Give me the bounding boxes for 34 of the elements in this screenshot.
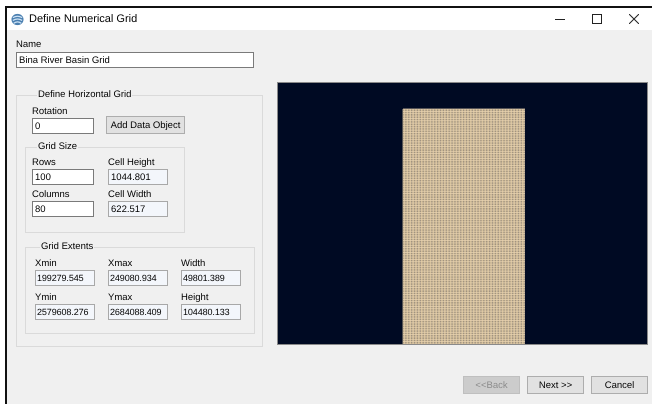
group-title: Grid Extents <box>40 242 94 252</box>
input-field[interactable]: 2684088.409 <box>108 304 168 320</box>
input-field[interactable]: 104480.133 <box>181 304 241 320</box>
input-field[interactable]: 0 <box>32 118 94 134</box>
field-label: Height <box>181 292 210 303</box>
field-label: Rows <box>32 157 57 168</box>
maximize-icon <box>592 14 602 24</box>
field-label: Width <box>181 258 206 269</box>
field-label: Columns <box>32 189 70 200</box>
field-label: Cell Width <box>108 189 152 200</box>
app-icon <box>11 12 24 26</box>
add-data-object-button[interactable]: Add Data Object <box>106 116 185 134</box>
field-label: Xmin <box>35 258 58 269</box>
wizard-button[interactable]: Cancel <box>591 376 648 394</box>
input-field[interactable]: 249080.934 <box>108 270 168 286</box>
input-field[interactable]: 1044.801 <box>108 169 168 185</box>
input-field[interactable]: 100 <box>32 169 94 185</box>
field-label: Ymin <box>35 292 58 303</box>
close-icon <box>628 14 638 24</box>
window-title: Define Numerical Grid <box>29 13 138 25</box>
field-label: Name <box>16 39 42 50</box>
input-field[interactable]: 2579608.276 <box>35 304 95 320</box>
group-title: Grid Size <box>37 142 78 152</box>
field-label: Xmax <box>108 258 134 269</box>
input-field[interactable]: 80 <box>32 201 94 217</box>
input-field[interactable]: 199279.545 <box>35 270 95 286</box>
field-label: Cell Height <box>108 157 156 168</box>
name-field[interactable]: Bina River Basin Grid <box>16 52 254 68</box>
field-label: Ymax <box>108 292 134 303</box>
wizard-button[interactable]: Next >> <box>527 376 584 394</box>
field-label: Rotation <box>32 106 68 117</box>
input-field[interactable]: 49801.389 <box>181 270 241 286</box>
input-field[interactable]: 622.517 <box>108 201 168 217</box>
group-title: Define Horizontal Grid <box>37 90 132 100</box>
